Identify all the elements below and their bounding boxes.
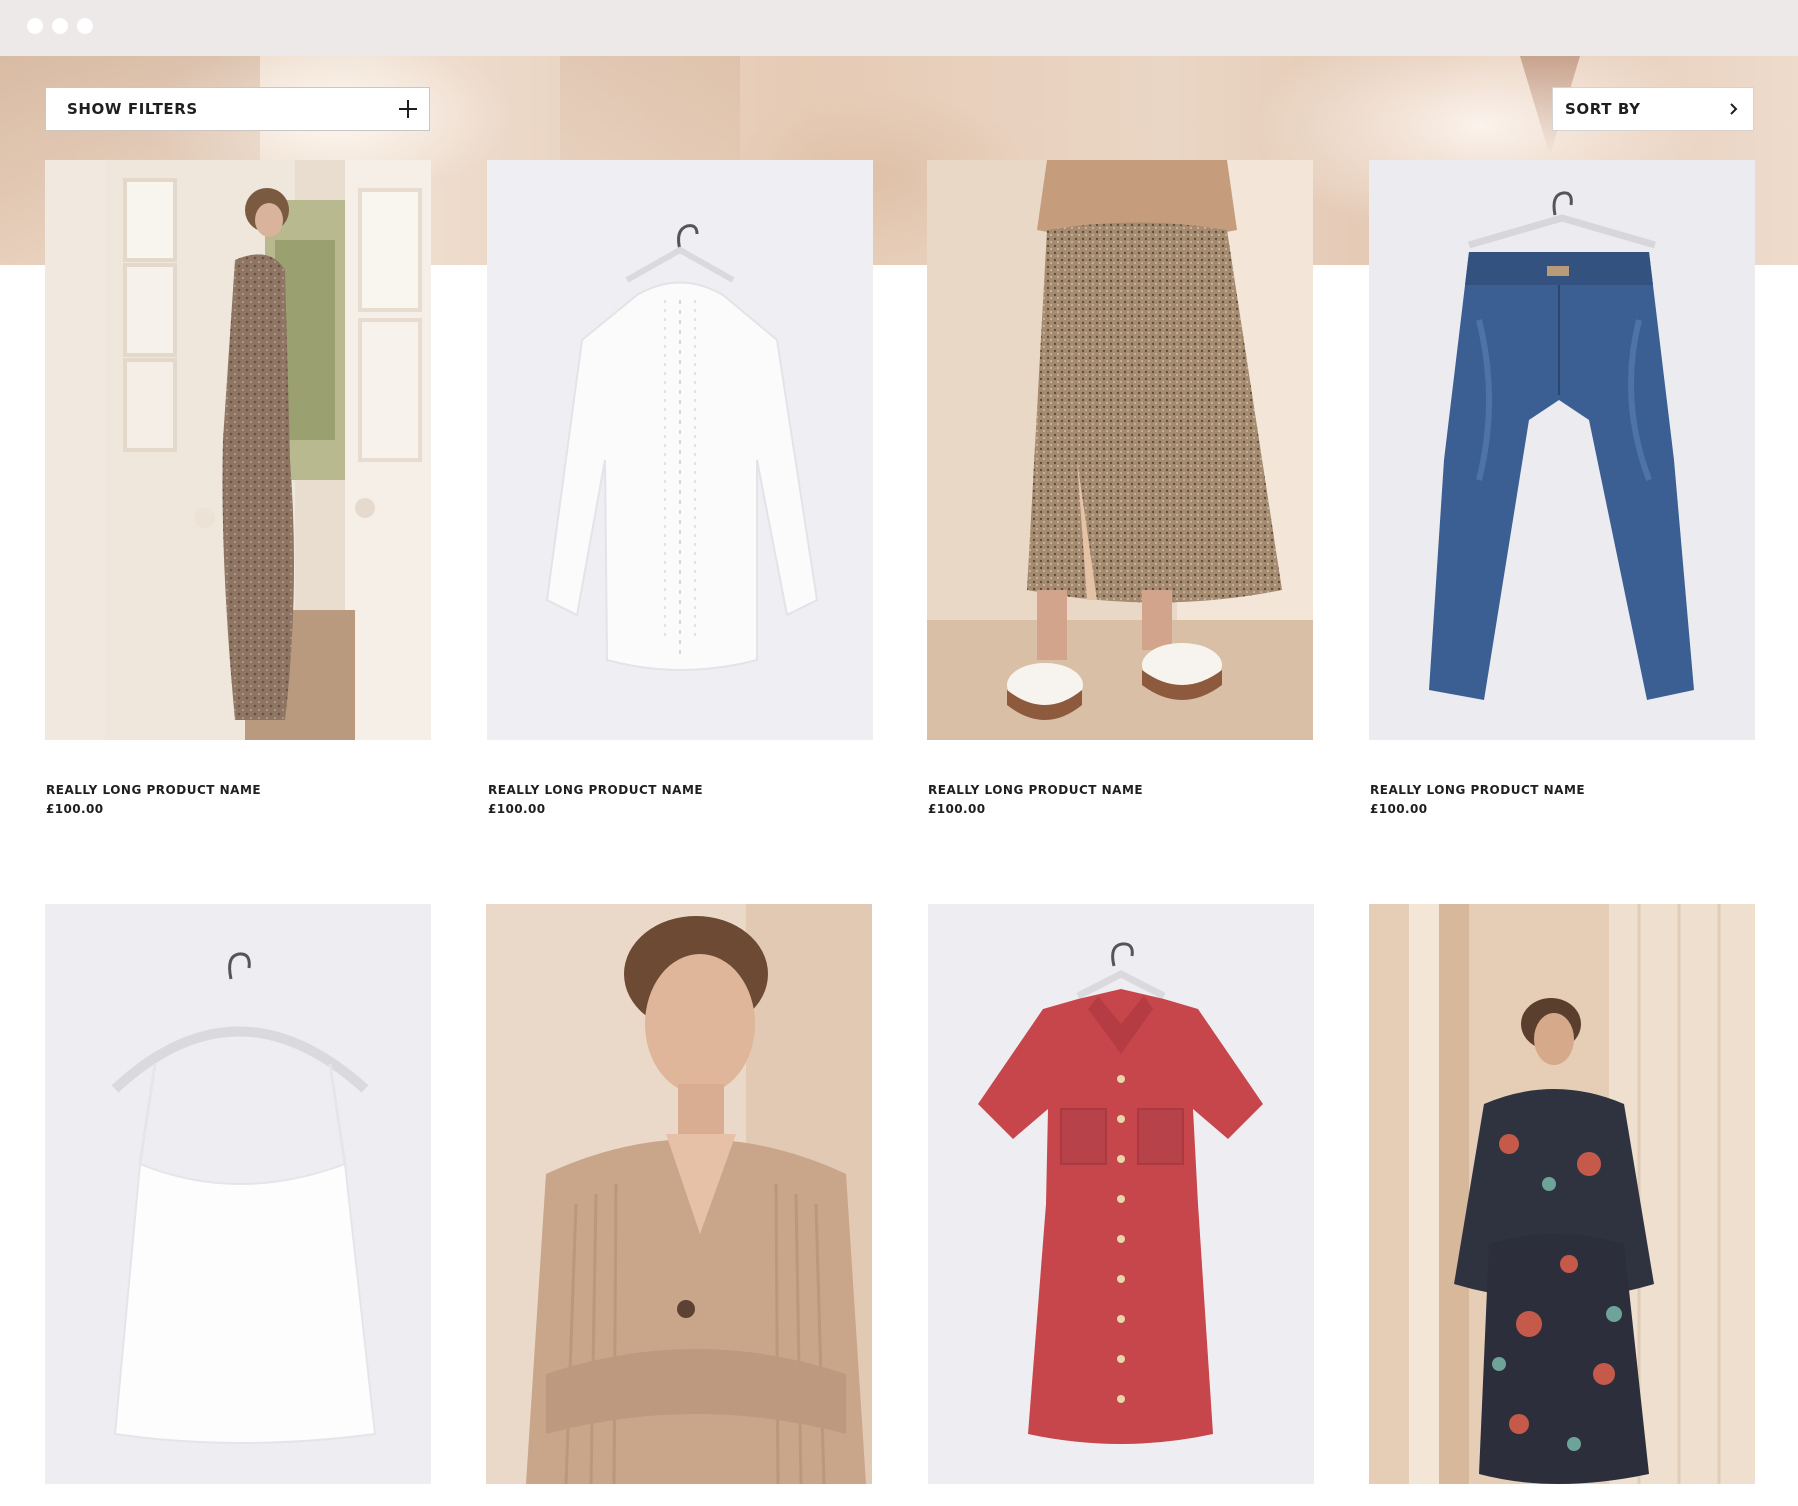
browser-title-bar bbox=[0, 0, 1798, 56]
product-image[interactable] bbox=[1369, 160, 1755, 740]
product-price: £100.00 bbox=[928, 802, 986, 816]
chevron-right-icon bbox=[1730, 103, 1738, 115]
product-image[interactable] bbox=[487, 160, 873, 740]
plus-icon bbox=[399, 100, 417, 118]
product-name[interactable]: REALLY LONG PRODUCT NAME bbox=[1370, 783, 1585, 797]
window-dot-icon[interactable] bbox=[77, 18, 93, 34]
product-image[interactable] bbox=[927, 160, 1313, 740]
window-dot-icon[interactable] bbox=[27, 18, 43, 34]
show-filters-label: SHOW FILTERS bbox=[67, 100, 198, 118]
sort-by-label: SORT BY bbox=[1565, 100, 1641, 118]
product-price: £100.00 bbox=[46, 802, 104, 816]
product-image[interactable] bbox=[45, 904, 431, 1484]
product-name[interactable]: REALLY LONG PRODUCT NAME bbox=[928, 783, 1143, 797]
product-image[interactable] bbox=[486, 904, 872, 1484]
product-image[interactable] bbox=[45, 160, 431, 740]
product-name[interactable]: REALLY LONG PRODUCT NAME bbox=[46, 783, 261, 797]
show-filters-button[interactable]: SHOW FILTERS bbox=[45, 87, 430, 131]
sort-by-button[interactable]: SORT BY bbox=[1552, 87, 1754, 131]
product-price: £100.00 bbox=[488, 802, 546, 816]
product-image[interactable] bbox=[928, 904, 1314, 1484]
product-price: £100.00 bbox=[1370, 802, 1428, 816]
product-image[interactable] bbox=[1369, 904, 1755, 1484]
window-dot-icon[interactable] bbox=[52, 18, 68, 34]
product-name[interactable]: REALLY LONG PRODUCT NAME bbox=[488, 783, 703, 797]
